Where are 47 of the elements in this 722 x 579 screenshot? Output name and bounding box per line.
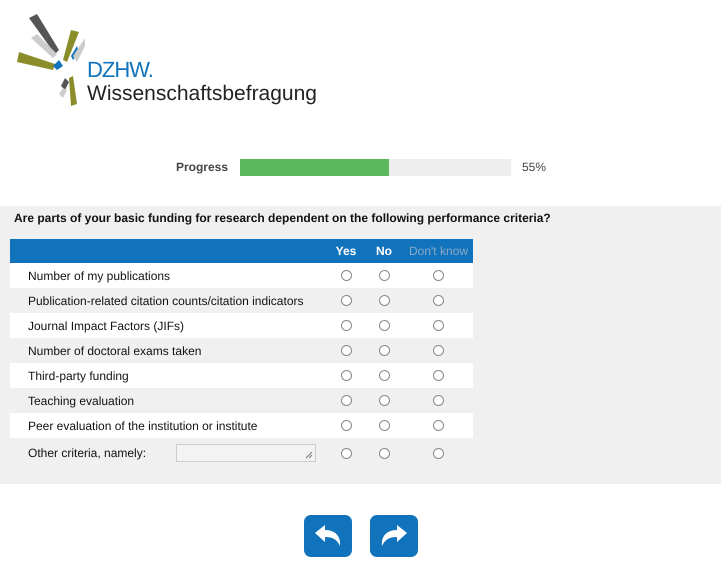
radio-button[interactable] (433, 345, 444, 356)
logo-rays-icon (15, 12, 85, 108)
criterion-label: Number of doctoral exams taken (28, 344, 202, 358)
criterion-label: Journal Impact Factors (JIFs) (28, 318, 184, 332)
radio-button[interactable] (378, 448, 390, 458)
radio-button[interactable] (340, 295, 352, 306)
radio-button[interactable] (378, 420, 390, 431)
radio-button[interactable] (340, 270, 352, 281)
back-arrow-icon (313, 524, 343, 548)
radio-button[interactable] (378, 270, 390, 281)
radio-button[interactable] (378, 370, 390, 381)
criterion-label: Number of my publications (28, 268, 170, 282)
radio-button[interactable] (433, 420, 444, 431)
resize-grip-icon[interactable] (305, 451, 314, 459)
radio-button[interactable] (433, 270, 444, 281)
progress-percent: 55% (522, 160, 546, 174)
forward-button[interactable] (370, 515, 418, 557)
logo-acronym: DZHW. (87, 58, 154, 82)
column-header: Yes (334, 244, 358, 258)
radio-button[interactable] (340, 320, 352, 331)
criterion-label: Publication-related citation counts/citation indicators (28, 294, 304, 308)
radio-button[interactable] (378, 295, 390, 306)
radio-button[interactable] (433, 448, 444, 458)
criterion-label: Other criteria, namely: (28, 446, 146, 460)
radio-button[interactable] (340, 420, 352, 431)
radio-button[interactable] (433, 320, 444, 331)
radio-button[interactable] (433, 295, 444, 306)
text-field[interactable] (176, 444, 316, 462)
column-header: Don't know (408, 244, 469, 258)
radio-button[interactable] (340, 370, 352, 381)
radio-button[interactable] (340, 448, 352, 458)
progress-label: Progress (174, 160, 228, 174)
criterion-label: Third-party funding (28, 368, 129, 382)
criterion-label: Peer evaluation of the institution or institute (28, 418, 258, 432)
radio-button[interactable] (433, 370, 444, 381)
radio-button[interactable] (378, 395, 390, 406)
radio-button[interactable] (378, 320, 390, 331)
radio-button[interactable] (340, 345, 352, 356)
logo-name: Wissenschaftsbefragung (87, 82, 317, 106)
back-button[interactable] (304, 515, 352, 557)
question-text: Are parts of your basic funding for research dependent on the following performance criteria? (13, 210, 552, 226)
radio-button[interactable] (340, 395, 352, 406)
criterion-label: Teaching evaluation (28, 394, 134, 408)
radio-button[interactable] (378, 345, 390, 356)
column-header: No (375, 244, 393, 258)
forward-arrow-icon (379, 524, 409, 548)
radio-button[interactable] (433, 395, 444, 406)
